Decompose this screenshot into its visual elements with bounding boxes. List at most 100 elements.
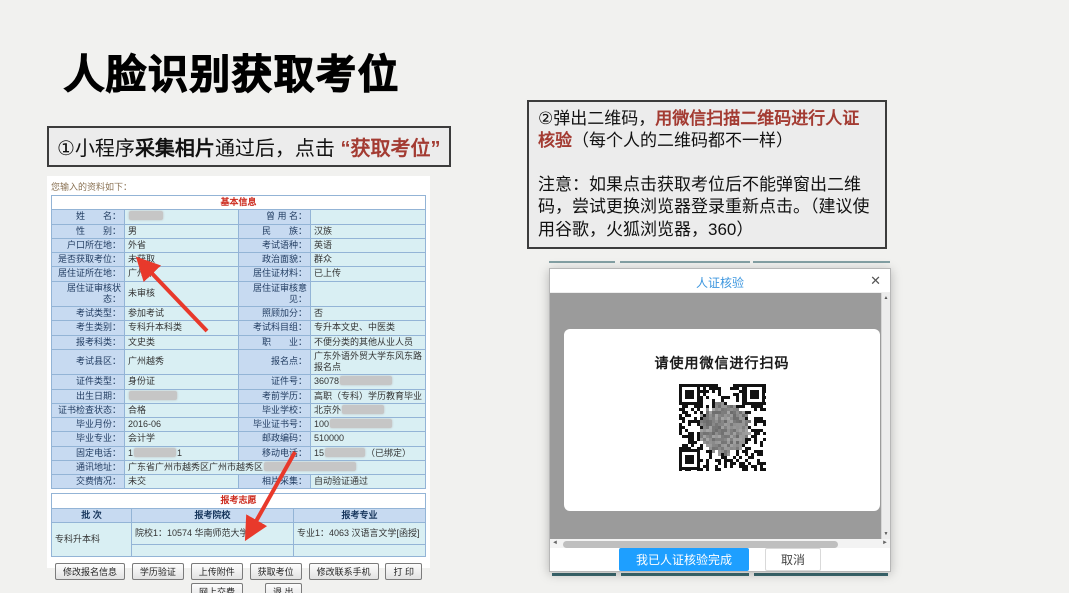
field-label: 考试类型： <box>52 307 125 321</box>
field-label: 照顾加分： <box>239 307 311 321</box>
qr-card: 请使用微信进行扫码 <box>564 329 880 511</box>
volunteer-header-row: 批 次报考院校报考专业 <box>52 508 426 522</box>
step2-text: ②弹出二维码， <box>538 109 655 128</box>
dialog-title: 人证核验 <box>550 274 890 291</box>
scroll-left-icon[interactable]: ◄ <box>552 540 558 546</box>
field-label: 考试科目组： <box>239 321 311 335</box>
field-label: 证件号： <box>239 375 311 389</box>
table-row: 固定电话：11移动电话：15（已绑定） <box>52 446 426 460</box>
field-value: 510000 <box>311 432 426 446</box>
field-value: 广东省广州市越秀区广州市越秀区 <box>125 460 426 474</box>
field-value: 未获取 <box>125 253 239 267</box>
field-label: 毕业专业： <box>52 432 125 446</box>
field-value: 100 <box>311 418 426 432</box>
field-value: 36078 <box>311 375 426 389</box>
step1-text: ①小程序 <box>57 138 135 160</box>
page-edge-line <box>549 261 615 263</box>
field-label: 性 别： <box>52 224 125 238</box>
field-label: 居住证所在地： <box>52 267 125 281</box>
field-value: 广州市 <box>125 267 239 281</box>
page-edge-line <box>753 261 890 263</box>
field-label: 曾 用 名： <box>239 210 311 224</box>
field-value: 高职（专科）学历教育毕业 <box>311 389 426 403</box>
table-row: 户口所在地：外省考试语种：英语 <box>52 238 426 252</box>
field-value: 广州越秀 <box>125 349 239 375</box>
field-label: 姓 名： <box>52 210 125 224</box>
scroll-down-icon[interactable]: ▼ <box>882 531 890 537</box>
redacted-text <box>342 405 384 414</box>
field-value: 自动验证通过 <box>311 475 426 489</box>
table-row: 毕业月份：2016-06毕业证书号：100 <box>52 418 426 432</box>
field-value: 广东外语外贸大学东风东路报名点 <box>311 349 426 375</box>
column-header: 报考院校 <box>132 508 294 522</box>
basic-info-body: 基本信息姓 名： 曾 用 名：性 别：男民 族：汉族户口所在地：外省考试语种：英语… <box>52 196 426 489</box>
print-button[interactable]: 打 印 <box>385 563 422 580</box>
field-value <box>125 389 239 403</box>
get-exam-seat-button[interactable]: 获取考位 <box>250 563 302 580</box>
table-row: 姓 名： 曾 用 名： <box>52 210 426 224</box>
field-value: 群众 <box>311 253 426 267</box>
field-label: 报名点： <box>239 349 311 375</box>
field-label: 户口所在地： <box>52 238 125 252</box>
dialog-titlebar: 人证核验 ✕ <box>550 269 890 293</box>
close-icon[interactable]: ✕ <box>870 273 881 288</box>
basic-info-table: 基本信息姓 名： 曾 用 名：性 别：男民 族：汉族户口所在地：外省考试语种：英语… <box>51 195 426 489</box>
slide-canvas: 人脸识别获取考位 ①小程序采集相片通过后，点击 “获取考位” ②弹出二维码，用微… <box>0 0 1069 593</box>
field-value: 专升本文史、中医类 <box>311 321 426 335</box>
field-value: 专科升本科类 <box>125 321 239 335</box>
basic-info-title-row: 基本信息 <box>52 196 426 210</box>
scroll-right-icon[interactable]: ► <box>882 540 888 546</box>
field-value: 文史类 <box>125 335 239 349</box>
online-payment-button[interactable]: 网上交费 <box>191 583 243 593</box>
step1-highlight-text: “获取考位” <box>341 138 441 160</box>
step2-paren-text: （每个人的二维码都不一样） <box>572 131 793 150</box>
college-cell-empty <box>132 544 294 556</box>
scan-tip-text: 请使用微信进行扫码 <box>564 353 880 373</box>
table-row: 考试县区：广州越秀报名点：广东外语外贸大学东风东路报名点 <box>52 349 426 375</box>
upload-attachment-button[interactable]: 上传附件 <box>191 563 243 580</box>
field-label: 毕业学校： <box>239 403 311 417</box>
table-row: 证书检查状态：合格毕业学校：北京外 <box>52 403 426 417</box>
field-label: 考试县区： <box>52 349 125 375</box>
credential-verification-button[interactable]: 学历验证 <box>132 563 184 580</box>
verification-dialog: 人证核验 ✕ 请使用微信进行扫码 ▲ ▼ ◄ ► 我已人证核验完成 取消 <box>549 268 891 572</box>
field-value: 男 <box>125 224 239 238</box>
table-row: 考生类别：专科升本科类考试科目组：专升本文史、中医类 <box>52 321 426 335</box>
step2-note: 注意：如果点击获取考位后不能弹窗出二维码，尝试更换浏览器登录重新点击。（建议使用… <box>538 174 876 241</box>
vertical-scrollbar[interactable]: ▲ ▼ <box>881 293 890 539</box>
cancel-button[interactable]: 取消 <box>765 548 821 571</box>
table-row: 证件类型：身份证证件号：36078 <box>52 375 426 389</box>
college-cell: 院校1：10574 华南师范大学 <box>132 522 294 544</box>
horizontal-scroll-thumb[interactable] <box>563 541 838 548</box>
verification-done-button[interactable]: 我已人证核验完成 <box>619 548 749 571</box>
field-value: 否 <box>311 307 426 321</box>
field-label: 居住证材料： <box>239 267 311 281</box>
field-value: 已上传 <box>311 267 426 281</box>
field-value: 身份证 <box>125 375 239 389</box>
major-cell: 专业1：4063 汉语言文学[函授] <box>294 522 426 544</box>
scroll-up-icon[interactable]: ▲ <box>882 295 890 301</box>
registration-form-screenshot: 您输入的资料如下： 基本信息姓 名：曾 用 名：性 别：男民 族：汉族户口所在地… <box>47 176 430 568</box>
page-edge-line <box>754 573 888 576</box>
field-value: 2016-06 <box>125 418 239 432</box>
step1-bold-text: 采集相片 <box>135 138 215 160</box>
field-value: 外省 <box>125 238 239 252</box>
step2-paragraph: ②弹出二维码，用微信扫描二维码进行人证核验（每个人的二维码都不一样） <box>538 108 876 153</box>
field-label: 移动电话： <box>239 446 311 460</box>
modify-contact-phone-button[interactable]: 修改联系手机 <box>309 563 379 580</box>
field-label: 报考科类： <box>52 335 125 349</box>
table-row: 考试类型：参加考试照顾加分：否 <box>52 307 426 321</box>
form-buttons-row2: 网上交费 退 出 <box>191 583 426 593</box>
field-label: 是否获取考位： <box>52 253 125 267</box>
page-title: 人脸识别获取考位 <box>64 42 400 100</box>
table-row: 性 别：男民 族：汉族 <box>52 224 426 238</box>
redacted-text <box>340 376 392 385</box>
field-label: 通讯地址： <box>52 460 125 474</box>
modify-registration-info-button[interactable]: 修改报名信息 <box>55 563 125 580</box>
field-value: 汉族 <box>311 224 426 238</box>
redacted-text <box>330 419 392 428</box>
redacted-text <box>129 211 163 220</box>
exit-button[interactable]: 退 出 <box>265 583 302 593</box>
volunteer-table: 报考志愿批 次报考院校报考专业专科升本科院校1：10574 华南师范大学专业1：… <box>51 493 426 557</box>
field-label: 考前学历： <box>239 389 311 403</box>
